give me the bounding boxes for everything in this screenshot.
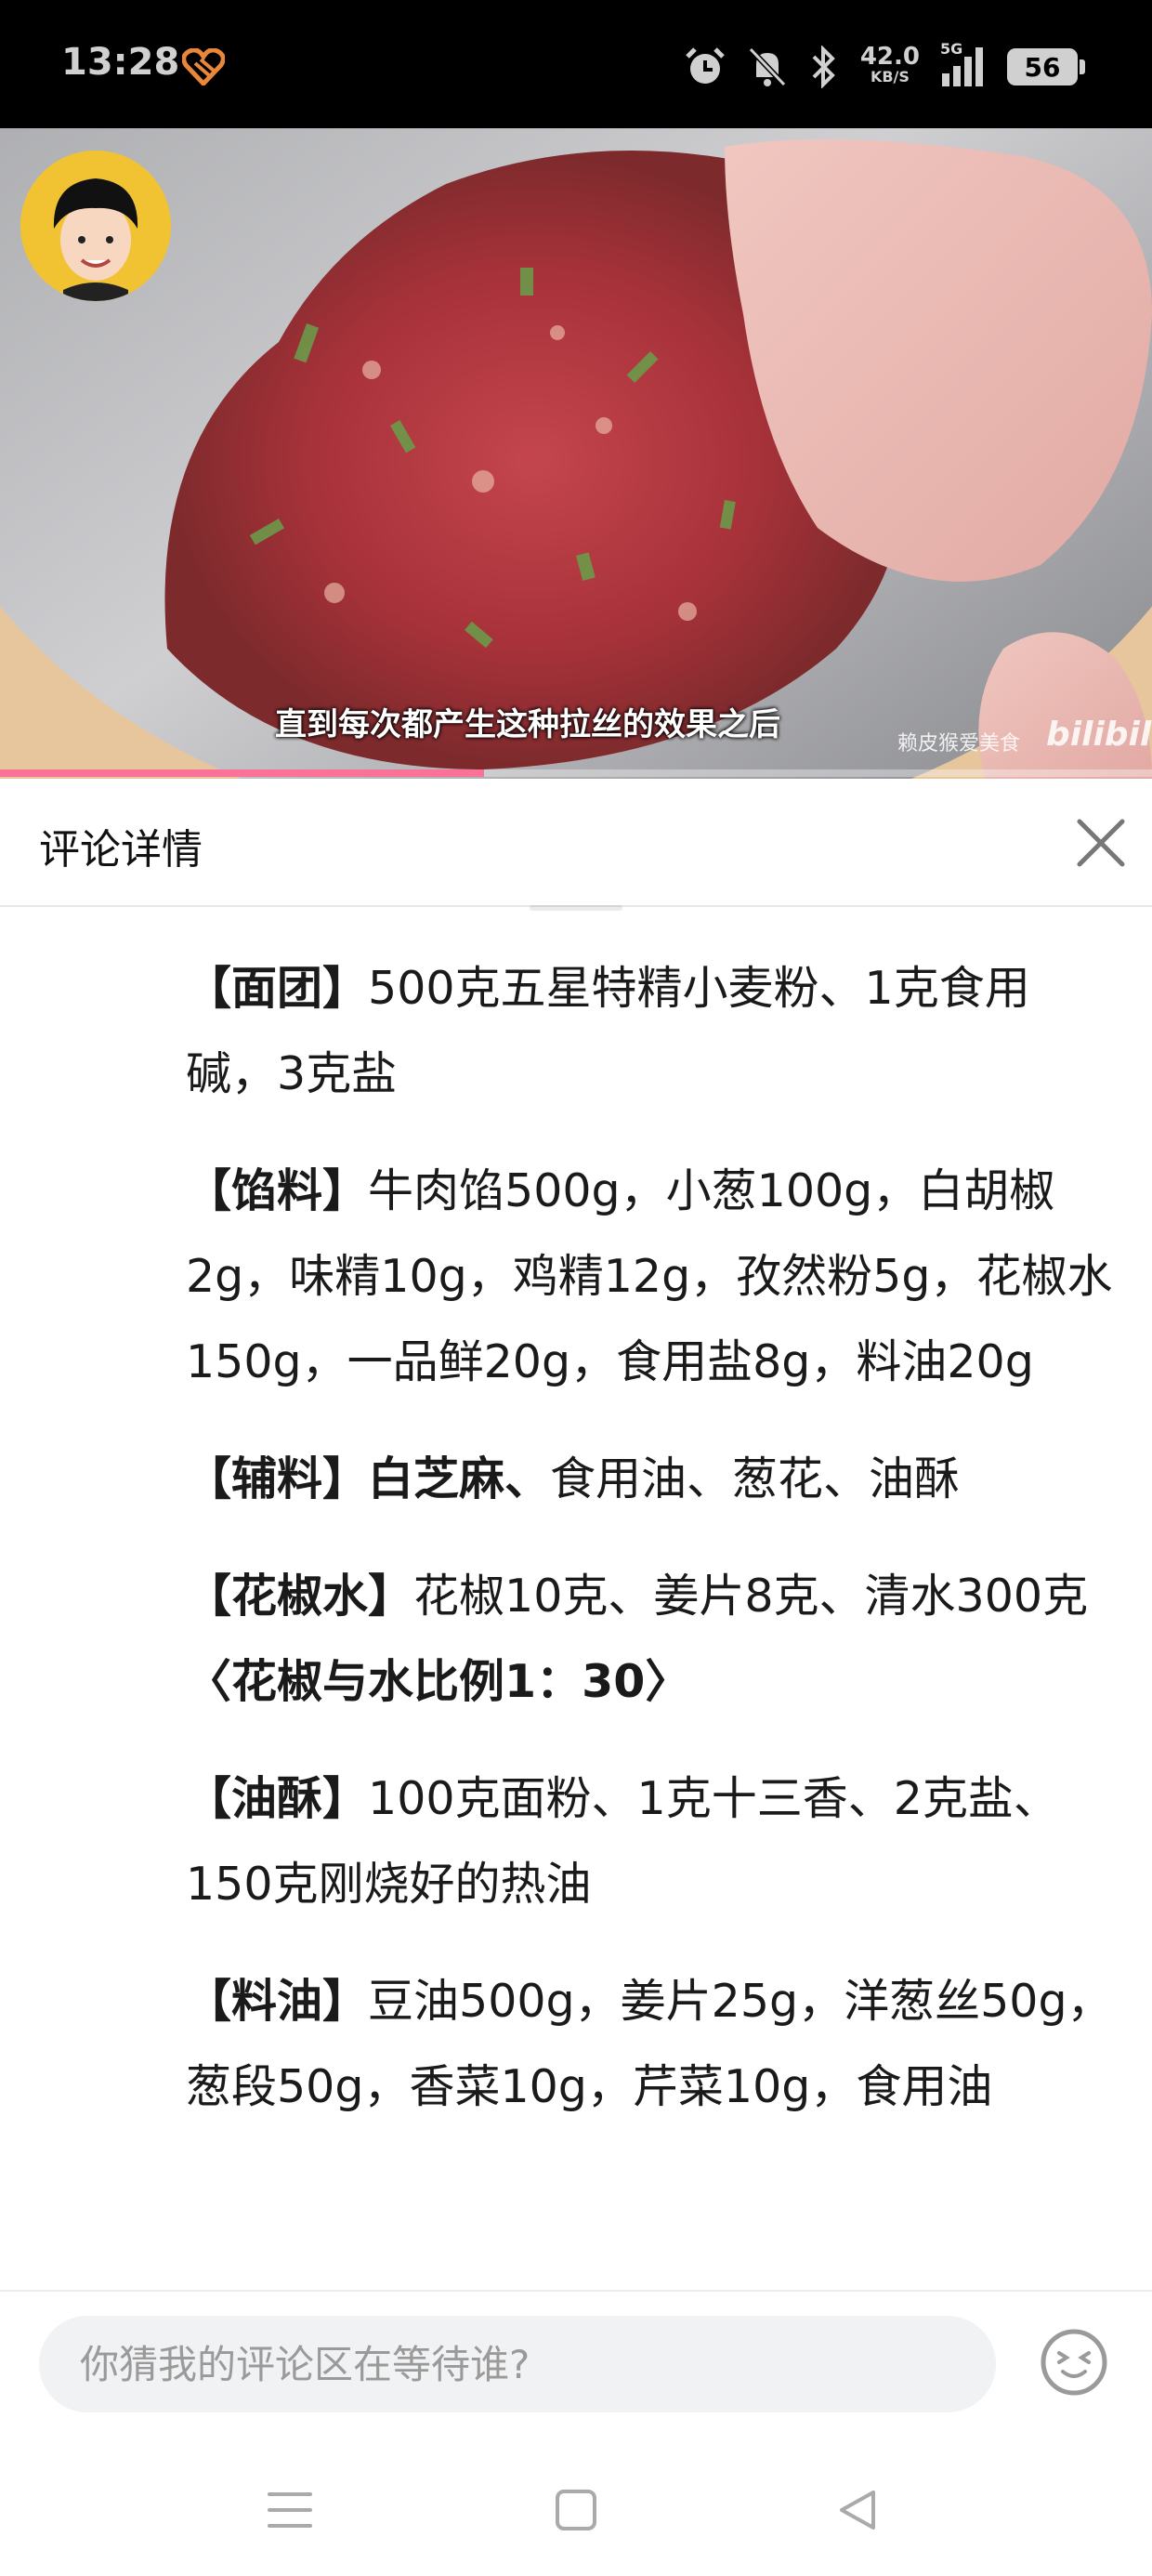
comment-paragraph: 【馅料】牛肉馅500g，小葱100g，白胡椒2g，味精10g，鸡精12g，孜然粉…: [186, 1149, 1115, 1405]
divider: [530, 905, 622, 911]
comment-paragraph: 【花椒水】花椒10克、姜片8克、清水300克〈花椒与水比例1：30〉: [186, 1554, 1115, 1725]
menu-icon[interactable]: [264, 2487, 316, 2533]
status-time: 13:28: [61, 41, 180, 84]
paragraph-text: 花椒10克、姜片8克、清水300克: [413, 1570, 1089, 1623]
status-icons: 42.0 KB/S 5G 56: [684, 40, 1085, 93]
paragraph-heading: 【辅料】: [186, 1452, 369, 1505]
video-player[interactable]: 直到每次都产生这种拉丝的效果之后 赖皮猴爱美食 bilibili: [0, 128, 1152, 779]
comment-paragraph: 【油酥】100克面粉、1克十三香、2克盐、150克刚烧好的热油: [186, 1756, 1115, 1927]
paragraph-bold-text: 白芝麻、: [368, 1452, 551, 1505]
home-icon[interactable]: [550, 2487, 602, 2533]
comment-content: 【面团】500克五星特精小麦粉、1克食用碱，3克盐【馅料】牛肉馅500g，小葱1…: [186, 946, 1115, 2162]
comment-header: 评论详情: [0, 779, 1152, 907]
progress-bar[interactable]: [0, 769, 1152, 777]
video-frame: [0, 128, 1152, 779]
uploader-watermark: 赖皮猴爱美食: [897, 732, 1021, 756]
paragraph-heading: 【料油】: [186, 1975, 369, 2028]
paragraph-text: 食用油、葱花、油酥: [550, 1452, 961, 1505]
video-subtitle: 直到每次都产生这种拉丝的效果之后: [275, 706, 780, 743]
signal-icon: 5G: [940, 40, 987, 88]
progress-fill: [0, 769, 484, 777]
close-icon[interactable]: [1074, 816, 1128, 870]
network-type: 5G: [940, 40, 963, 58]
status-bar: 13:28 42.0 KB/S 5G 56: [0, 0, 1152, 128]
paragraph-heading: 【馅料】: [186, 1164, 369, 1217]
mute-icon: [748, 46, 787, 87]
paragraph-heading: 【油酥】: [186, 1772, 369, 1825]
system-nav-bar: [0, 2440, 1152, 2576]
back-icon[interactable]: [832, 2487, 884, 2533]
alarm-icon: [686, 47, 725, 84]
comment-panel-title: 评论详情: [39, 826, 203, 874]
heart-icon: [182, 48, 225, 85]
paragraph-heading: 【花椒水】: [186, 1570, 414, 1623]
emoji-icon[interactable]: [1039, 2327, 1109, 2398]
comment-paragraph: 【料油】豆油500g，姜片25g，洋葱丝50g，葱段50g，香菜10g，芹菜10…: [186, 1959, 1115, 2130]
paragraph-bold-text: 〈花椒与水比例1：30〉: [186, 1655, 691, 1708]
paragraph-heading: 【面团】: [186, 962, 369, 1015]
comment-paragraph: 【面团】500克五星特精小麦粉、1克食用碱，3克盐: [186, 946, 1115, 1117]
comment-input[interactable]: [39, 2316, 996, 2412]
uploader-avatar[interactable]: [20, 151, 171, 301]
comment-paragraph: 【辅料】白芝麻、食用油、葱花、油酥: [186, 1437, 1115, 1522]
battery-indicator: 56: [1007, 48, 1085, 85]
avatar-illustration: [20, 151, 171, 301]
bluetooth-icon: [812, 46, 835, 88]
site-watermark: bilibili: [1046, 716, 1152, 754]
comment-input-bar: [0, 2290, 1152, 2440]
net-speed: 42.0 KB/S: [860, 45, 920, 87]
